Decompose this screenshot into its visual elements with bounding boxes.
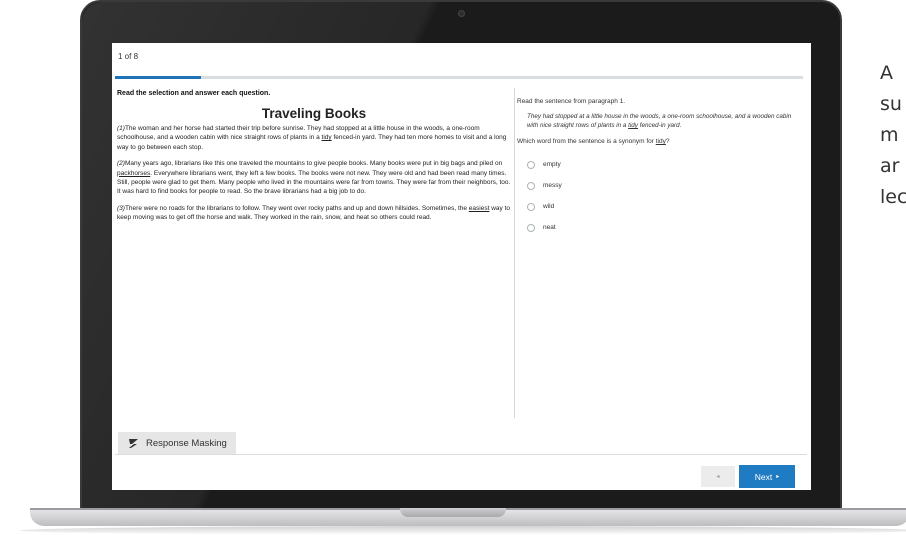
answer-option-c[interactable]: wild (527, 196, 802, 217)
radio-button[interactable] (527, 202, 535, 211)
option-label: empty (543, 161, 561, 168)
response-masking-icon (129, 438, 138, 448)
radio-button[interactable] (527, 181, 535, 190)
option-label: wild (543, 203, 555, 210)
radio-button[interactable] (527, 160, 535, 169)
passage-paragraph: (2)Many years ago, librarians like this … (117, 159, 511, 197)
paragraph-number: (1) (117, 125, 125, 132)
option-label: neat (543, 224, 556, 231)
passage-title: Traveling Books (261, 106, 367, 121)
stem-text: ? (665, 138, 670, 145)
vocab-word: packhorses (117, 169, 151, 177)
paragraph-text: There were no roads for the librarians t… (124, 204, 469, 212)
webcam-icon (458, 10, 465, 17)
question-intro: Read the sentence from paragraph 1. (517, 98, 626, 105)
passage-pane: Read the selection and answer each quest… (117, 90, 511, 223)
progress-bar (115, 76, 803, 79)
response-masking-label: Response Masking (146, 437, 227, 449)
pane-divider[interactable] (514, 88, 515, 418)
progress-bar-fill (115, 76, 201, 79)
answer-option-a[interactable]: empty (527, 154, 802, 175)
response-masking-button[interactable]: Response Masking (118, 432, 236, 454)
laptop-mockup: 1 of 8 Read the selection and answer eac… (0, 0, 906, 535)
paragraph-text: Many years ago, librarians like this one… (124, 160, 503, 168)
vocab-word: tidy (321, 134, 332, 142)
next-button[interactable]: Next ▸ (739, 465, 795, 488)
answer-option-b[interactable]: messy (527, 175, 802, 196)
laptop-shadow (20, 526, 906, 535)
radio-button[interactable] (527, 223, 535, 232)
passage-paragraph: (1)The woman and her horse had started t… (117, 124, 511, 152)
paragraph-number: (3) (117, 204, 125, 212)
answer-option-d[interactable]: neat (527, 217, 802, 238)
question-stem: Which word from the sentence is a synony… (517, 138, 802, 145)
vocab-word: tidy (655, 138, 666, 145)
progress-label: 1 of 8 (118, 52, 139, 61)
quoted-sentence: They had stopped at a little house in th… (527, 112, 802, 130)
side-caption: A su m ar lec (880, 58, 906, 213)
question-pane: Read the sentence from paragraph 1. They… (517, 98, 802, 238)
chevron-right-icon: ▸ (776, 474, 780, 480)
caption-line: lec (880, 186, 906, 208)
instructions-text: Read the selection and answer each quest… (117, 90, 271, 97)
laptop-notch (400, 508, 506, 517)
quote-text: fenced-in yard. (637, 122, 682, 129)
answer-options: empty messy wild neat (527, 154, 802, 238)
caption-line: ar (880, 155, 900, 177)
chevron-left-icon: ◂ (716, 474, 720, 480)
paragraph-text: . Everywhere librarians went, they left … (117, 169, 511, 196)
next-button-label: Next (754, 471, 773, 482)
test-screen: 1 of 8 Read the selection and answer eac… (112, 43, 811, 490)
previous-button[interactable]: ◂ (701, 466, 735, 487)
paragraph-number: (2) (117, 160, 125, 168)
caption-line: m (880, 124, 899, 146)
option-label: messy (543, 182, 562, 189)
caption-line: su (880, 93, 902, 115)
passage-paragraph: (3)There were no roads for the librarian… (117, 204, 511, 223)
caption-line: A (880, 62, 893, 84)
vocab-word: easiest (468, 204, 490, 212)
vocab-word: tidy (628, 122, 638, 129)
footer-divider (115, 454, 807, 455)
stem-text: Which word from the sentence is a synony… (517, 138, 656, 145)
